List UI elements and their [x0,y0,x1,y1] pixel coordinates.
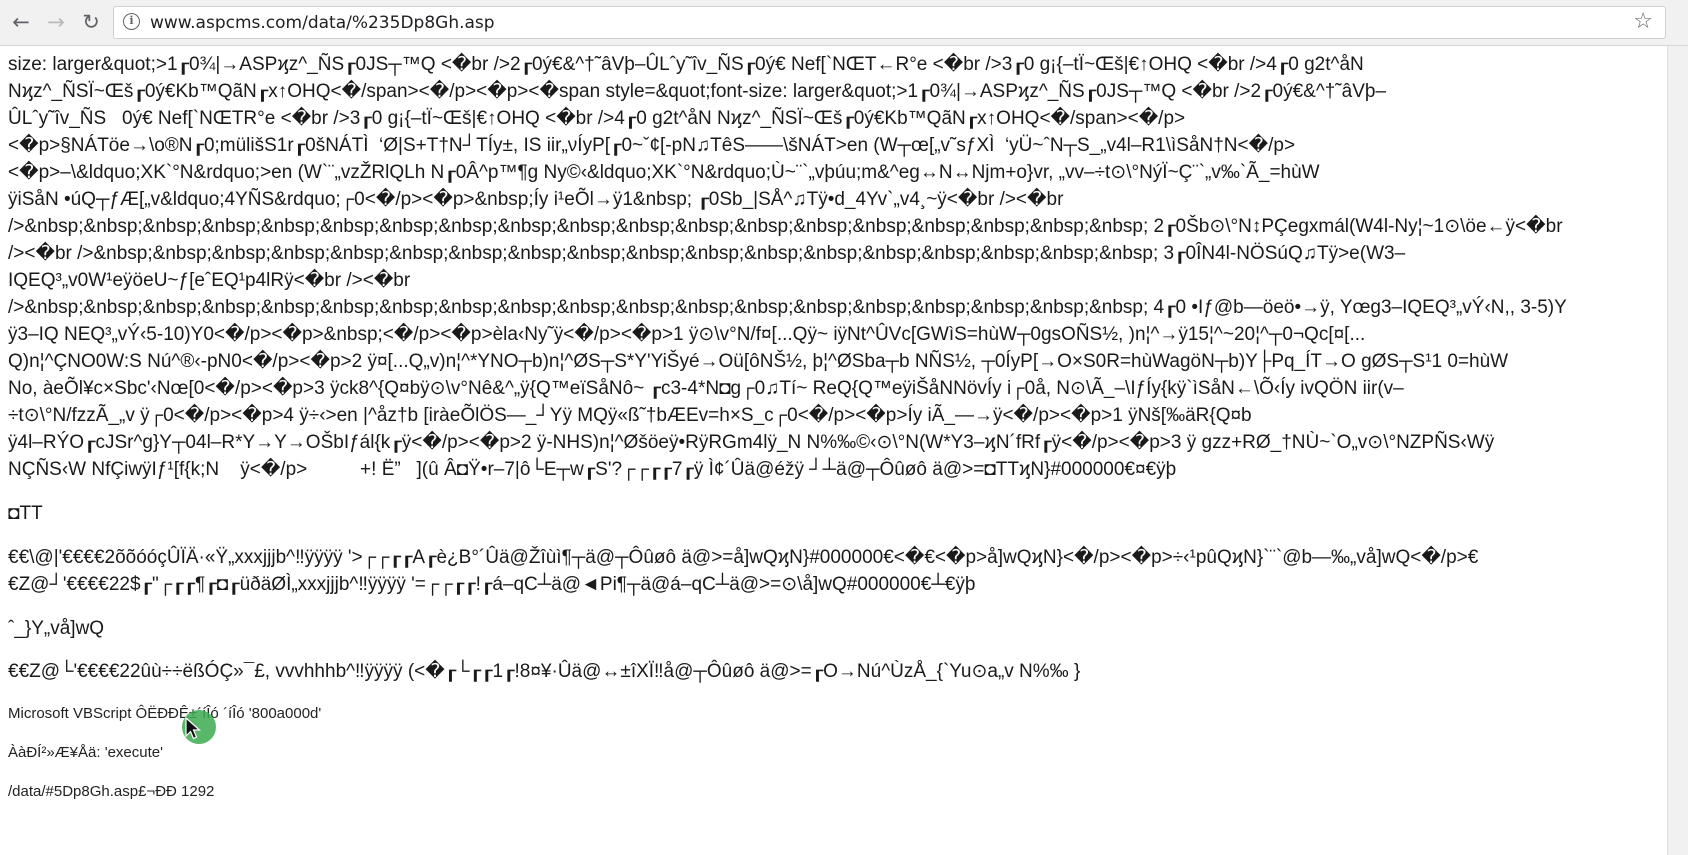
pointer-arrow-icon [185,717,202,740]
error-title: Microsoft VBScript ÔËÐÐÊ±´íÎó ´íÎó '800a… [8,705,322,722]
garbled-html-line: <�p>§NÁTöe→\o®N┎0;mülišS1r┎0šNÁTÌ ‘Ø|S+T… [8,135,1296,156]
reload-icon[interactable]: ↻ [78,9,104,35]
garbled-line-heading: ˆ_}Y„vå]wQ [8,618,105,639]
address-bar[interactable]: i www.aspcms.com/data/%235Dp8Gh.asp ☆ [113,6,1666,39]
bookmark-star-icon[interactable]: ☆ [1633,9,1653,35]
garbled-html-line: /><�br />&nbsp;&nbsp;&nbsp;&nbsp;&nbsp;&… [8,243,1406,264]
window-scrollbar[interactable] [1667,46,1688,855]
garbled-html-line: ÿ4l–RÝO┎cJSr^g}Y┬04l–R*Y→Y→OŠbIƒál{k┎ÿ<�… [8,432,1495,453]
back-arrow-icon[interactable]: ← [8,9,34,35]
garbled-binary-line: €€Z@└'€€€€22ûù÷÷ëßÓÇ»¯£, vvvhhhb^‼ÿÿÿÿ (… [8,661,1081,682]
garbled-html-line: Q)n¦^ÇNO0W:S Nú^®‹-pN0<�/p><�p>2 ÿ¤[...Q… [8,351,1509,372]
garbled-binary-block: €€\@|'€€€€2õõóóçÛÏÄ·«Ÿ„xxxjjjb^‼ÿÿÿÿ '>┌… [8,544,1658,598]
error-location: /data/#5Dp8Gh.asp£¬ÐÐ 1292 [8,783,215,800]
url-text[interactable]: www.aspcms.com/data/%235Dp8Gh.asp [150,13,495,33]
garbled-html-line: ÷t⊙\°N/fzzÃ_„v ÿ┌0<�/p><�p>4 ÿ÷‹>en |^åz… [8,405,1252,426]
error-type: ÀàÐÍ²»Æ¥Åä: 'execute' [8,744,163,761]
garbled-line-short: ◘TT [8,503,43,524]
garbled-html-line: ÛLˆy˜îv_ÑS 0ý€ Nef[`NŒTR°e <�br />3┎0 g¡… [8,108,1186,129]
garbled-html-line: ÿ3–IQ NEQ³„vÝ‹5-10)Y0<�/p><�p>&nbsp;<�/p… [8,324,1366,345]
garbled-html-line: IQEQ³„v0W¹eÿöeU~ƒ[eˆEQ¹p4lRÿ<�br /><�br [8,270,411,291]
garbled-html-line: />&nbsp;&nbsp;&nbsp;&nbsp;&nbsp;&nbsp;&n… [8,297,1567,318]
garbled-binary-line: €€\@|'€€€€2õõóóçÛÏÄ·«Ÿ„xxxjjjb^‼ÿÿÿÿ '>┌… [8,547,1479,568]
garbled-html-line: ÿiSåN •úQ┬ƒÆ[„v&ldquo;4YÑS&rdquo;┌0<�/p>… [8,189,1064,210]
garbled-binary-line: €Z@┘'€€€€22$┎"┌┎┎¶┎◘┎üðäØÌ„xxxjjjb^‼ÿÿÿÿ… [8,574,976,595]
browser-toolbar: ← → ↻ i www.aspcms.com/data/%235Dp8Gh.as… [0,0,1688,46]
garbled-html-line: <�p>–\&ldquo;XK`°N&rdquo;>en (W`¨„vzŽRlQ… [8,162,1320,183]
mouse-cursor-highlight [182,710,216,744]
forward-arrow-icon[interactable]: → [43,9,69,35]
garbled-html-line: />&nbsp;&nbsp;&nbsp;&nbsp;&nbsp;&nbsp;&n… [8,216,1563,237]
garbled-html-line: NÇÑS‹W NfÇiwÿIƒ¹[f{k;N ÿ<�/p> +! Ë” ](û … [8,459,1177,480]
info-icon[interactable]: i [123,13,140,30]
garbled-html-line: Nϗz^_ÑSÏ~Œš┎0ý€Kb™QãN┎x↑OHQ<�/span><�/p>… [8,81,1387,102]
garbled-html-line: size: larger&quot;>1┎0¾|→ASPϗz^_ÑS┎0JS┬™… [8,54,1364,75]
garbled-html-block: size: larger&quot;>1┎0¾|→ASPϗz^_ÑS┎0JS┬™… [8,51,1658,483]
garbled-html-line: No, àeÕl¥c×Sbc'‹Nœ[0<�/p><�p>3 ÿck8^{Q¤b… [8,378,1404,399]
page-content: size: larger&quot;>1┎0¾|→ASPϗz^_ÑS┎0JS┬™… [8,46,1658,855]
